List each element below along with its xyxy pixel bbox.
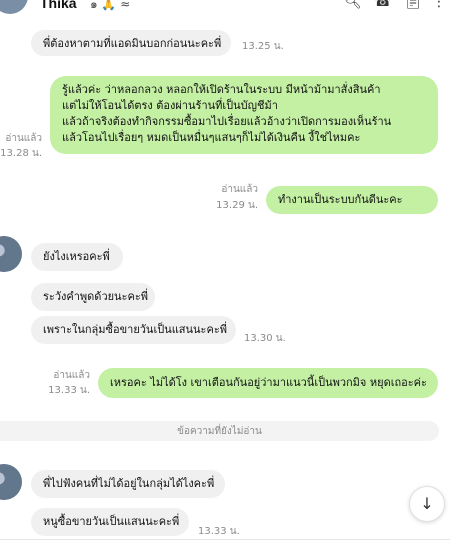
scroll-to-bottom-button[interactable]: ↓ [409,486,445,522]
message-bubble-outgoing[interactable]: เหรอคะ ไม่ได้โง เขาเตือนกันอยู่ว่ามาแนวน… [98,368,438,398]
chat-header: Thika ๑ 🙏 ≈ 🔍︎ ☎︎ 📄︎ ⋮ [0,0,450,14]
unread-divider: ข้อความที่ยังไม่อ่าน [0,421,439,441]
arrow-down-icon: ↓ [420,494,434,513]
message-bubble-incoming[interactable]: หนูซื้อขายวันเป็นแสนนะคะพี่ [31,508,189,536]
message-bubble-incoming[interactable]: พี่ไปฟังคนที่ไม่ได้อยู่ในกลุ่มได้ไงคะพี่ [31,470,225,498]
message-time: 13.28 น. [0,148,42,159]
notes-icon[interactable]: 📄︎ [404,0,422,10]
read-receipt: อ่านแล้ว [5,133,42,144]
message-time: 13.30 น. [244,333,286,344]
message-time: 13.25 น. [242,41,284,52]
more-icon[interactable]: ⋮ [432,0,446,10]
message-bubble-incoming[interactable]: ยังไงเหรอคะพี่ [31,243,123,271]
message-time: 13.33 น. [198,526,240,537]
message-bubble-incoming[interactable]: เพราะในกลุ่มซื้อขายวันเป็นแสนนะคะพี่ [31,316,236,344]
message-bubble-incoming[interactable]: ระวังคำพูดด้วยนะคะพี่ [31,283,155,311]
search-icon[interactable]: 🔍︎ [344,0,362,10]
contact-name[interactable]: Thika [40,0,77,11]
message-bubble-outgoing[interactable]: รู้แล้วค่ะ ว่าหลอกลวง หลอกให้เปิดร้านในร… [50,76,438,154]
read-receipt: อ่านแล้ว [221,184,258,195]
sender-avatar[interactable] [0,464,22,500]
message-time: 13.33 น. [48,385,90,396]
message-bubble-outgoing[interactable]: ทำงานเป็นระบบกันดีนะคะ [266,186,438,214]
message-bubble-incoming[interactable]: พี่ต้องหาตามที่แอดมินบอกก่อนนะคะพี่ [31,30,231,56]
unread-divider-label: ข้อความที่ยังไม่อ่าน [177,426,262,437]
message-time: 13.29 น. [216,200,258,211]
contact-name-emoji: ๑ 🙏 ≈ [90,0,131,11]
call-icon[interactable]: ☎︎ [374,0,391,10]
contact-avatar[interactable] [0,0,28,14]
sender-avatar[interactable] [0,236,22,272]
read-receipt: อ่านแล้ว [53,370,90,381]
